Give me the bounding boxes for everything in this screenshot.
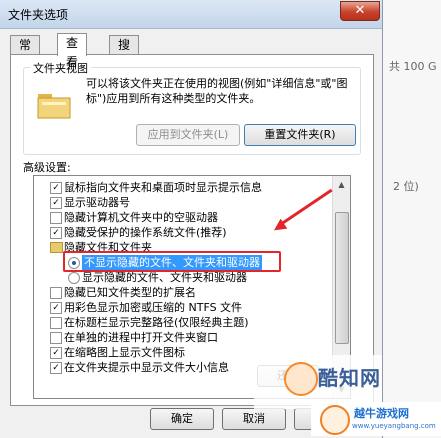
tab-general[interactable]: 常规 <box>10 35 41 71</box>
list-item-label: 在标题栏显示完整路径(仅限经典主题) <box>64 316 249 329</box>
radio-button[interactable] <box>68 272 80 284</box>
window-title: 文件夹选项 <box>8 8 69 22</box>
scroll-up-icon[interactable]: ▲ <box>333 176 350 193</box>
list-item-label: 在文件夹提示中显示文件大小信息 <box>64 361 229 374</box>
folder-icon <box>50 242 63 253</box>
checkbox[interactable] <box>50 332 62 344</box>
checkbox[interactable]: ✓ <box>50 197 62 209</box>
checkbox[interactable]: ✓ <box>50 227 62 239</box>
close-button[interactable]: ✕ <box>340 1 380 21</box>
annotation-highlight-box <box>63 251 281 272</box>
folder-views-group: 文件夹视图 可以将该文件夹正在使用的视图(例如"详细信息"或"图标")应用到所有… <box>23 60 361 155</box>
reset-folders-button[interactable]: 重置文件夹(R) <box>244 124 356 146</box>
view-tab-panel: 文件夹视图 可以将该文件夹正在使用的视图(例如"详细信息"或"图标")应用到所有… <box>10 54 374 406</box>
apply-to-folders-button[interactable]: 应用到文件夹(L) <box>136 124 240 146</box>
tab-view[interactable]: 查看 <box>57 33 88 69</box>
close-icon: ✕ <box>354 3 366 18</box>
advanced-settings-label: 高级设置: <box>23 161 71 174</box>
checkbox[interactable] <box>50 287 62 299</box>
scrollbar-thumb[interactable] <box>335 212 349 344</box>
checkbox[interactable]: ✓ <box>50 302 62 314</box>
cancel-button[interactable]: 取消 <box>222 408 286 430</box>
list-item-label: 鼠标指向文件夹和桌面项时显示提示信息 <box>64 181 262 194</box>
list-item-label: 隐藏受保护的操作系统文件(推荐) <box>64 226 227 239</box>
checkbox[interactable] <box>50 317 62 329</box>
watermark-logo-icon <box>284 362 318 396</box>
background-text: 2 位) <box>393 180 419 193</box>
site-watermark-url: www.yueyangbang.com <box>352 422 436 430</box>
list-item-label: 在单独的进程中打开文件夹窗口 <box>64 331 218 344</box>
list-item-label: 隐藏已知文件类型的扩展名 <box>64 286 196 299</box>
list-item-label: 隐藏计算机文件夹中的空驱动器 <box>64 211 218 224</box>
folder-icon <box>37 94 71 119</box>
tab-search[interactable]: 搜索 <box>109 35 140 71</box>
checkbox[interactable]: ✓ <box>50 182 62 194</box>
title-bar: 文件夹选项 ✕ <box>0 0 382 29</box>
ok-button[interactable]: 确定 <box>150 408 214 430</box>
checkbox[interactable]: ✓ <box>50 347 62 359</box>
list-item-label: 用彩色显示加密或压缩的 NTFS 文件 <box>64 301 243 314</box>
background-explorer-pane: 共 100 G 2 位) <box>382 0 441 438</box>
folder-views-description: 可以将该文件夹正在使用的视图(例如"详细信息"或"图标")应用到所有这种类型的文… <box>86 77 348 105</box>
checkbox[interactable]: ✓ <box>50 362 62 374</box>
list-item-label: 显示驱动器号 <box>64 196 130 209</box>
site-logo-icon <box>320 405 350 435</box>
folder-views-title: 文件夹视图 <box>30 60 91 76</box>
list-item-label: 在缩略图上显示文件图标 <box>64 346 185 359</box>
checkbox[interactable] <box>50 212 62 224</box>
background-text: 共 100 G <box>389 60 437 73</box>
list-item-label: 显示隐藏的文件、文件夹和驱动器 <box>82 271 247 284</box>
watermark-brand: 酷知网 <box>318 366 381 390</box>
site-watermark-title: 越牛游戏网 <box>354 407 409 420</box>
